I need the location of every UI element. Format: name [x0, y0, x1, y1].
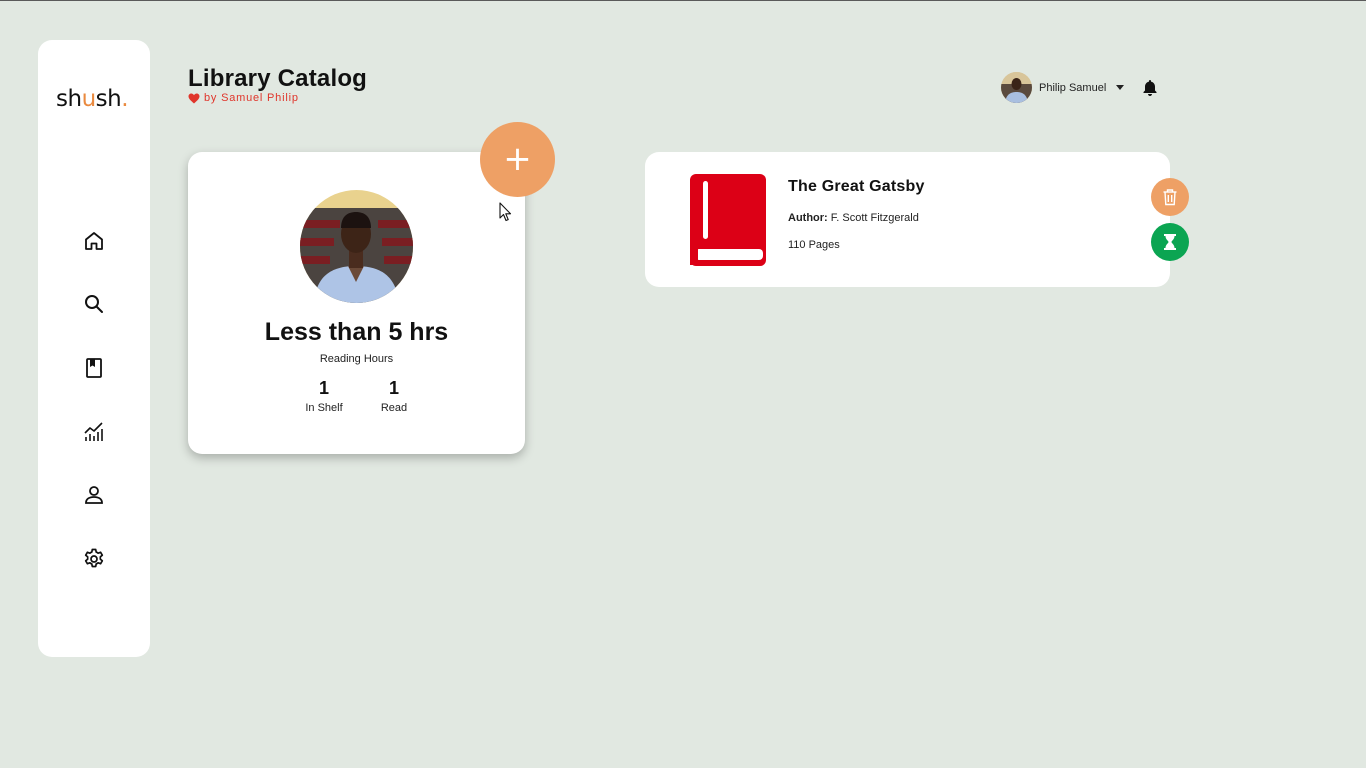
book-author-name: F. Scott Fitzgerald	[830, 212, 919, 224]
book-card[interactable]: The Great Gatsby Author: F. Scott Fitzge…	[645, 152, 1170, 287]
sidebar-item-search[interactable]	[81, 291, 107, 317]
byline: by Samuel Philip	[188, 92, 299, 104]
user-menu[interactable]: Philip Samuel	[1001, 72, 1158, 103]
stat-read: 1 Read	[364, 378, 424, 414]
chart-icon	[84, 422, 103, 441]
bell-icon[interactable]	[1142, 79, 1158, 97]
logo-accent: u	[81, 86, 97, 112]
stat-in-shelf: 1 In Shelf	[294, 378, 354, 414]
sidebar-item-settings[interactable]	[81, 546, 107, 572]
book-cover-icon	[690, 174, 766, 266]
page-title: Library Catalog	[188, 65, 368, 92]
hourglass-icon	[1164, 234, 1176, 250]
sidebar-item-books[interactable]	[81, 355, 107, 381]
home-icon	[85, 232, 103, 250]
book-title: The Great Gatsby	[788, 178, 925, 195]
profile-avatar	[300, 190, 413, 303]
search-icon	[85, 295, 103, 313]
reading-hours-value: Less than 5 hrs	[264, 318, 449, 346]
stat-value: 1	[318, 378, 329, 398]
sidebar-item-home[interactable]	[81, 228, 107, 254]
gear-icon	[84, 548, 104, 568]
user-name[interactable]: Philip Samuel	[1039, 82, 1106, 94]
profile-photo	[300, 190, 413, 303]
profile-card: Less than 5 hrs Reading Hours 1 In Shelf…	[188, 152, 525, 454]
reading-hours-label: Reading Hours	[319, 353, 394, 365]
book-pages: 110 Pages	[788, 239, 840, 251]
delete-book-button[interactable]	[1151, 178, 1189, 216]
book-author-label: Author:	[788, 212, 828, 224]
stat-label: In Shelf	[305, 402, 343, 414]
sidebar-item-profile[interactable]	[81, 482, 107, 508]
sidebar-item-stats[interactable]	[81, 419, 107, 445]
add-book-button[interactable]: +	[480, 122, 555, 197]
avatar[interactable]	[1001, 72, 1032, 103]
avatar-image	[1001, 72, 1032, 103]
chevron-down-icon[interactable]	[1116, 85, 1125, 90]
sidebar: shush.	[38, 40, 150, 657]
stat-value: 1	[388, 378, 399, 398]
logo-prefix: sh	[56, 86, 82, 112]
stat-label: Read	[380, 402, 408, 414]
heart-icon	[188, 93, 200, 103]
logo-suffix: sh	[95, 86, 122, 112]
screen: shush. Library Catalog by Samuel Philip …	[0, 0, 1366, 768]
mouse-cursor-icon	[499, 202, 512, 222]
book-icon	[86, 358, 102, 378]
byline-text: by Samuel Philip	[204, 92, 299, 104]
reading-timer-button[interactable]	[1151, 223, 1189, 261]
logo-dot: .	[121, 86, 129, 112]
user-icon	[85, 486, 103, 504]
trash-icon	[1163, 189, 1177, 206]
book-author: Author: F. Scott Fitzgerald	[788, 212, 919, 224]
